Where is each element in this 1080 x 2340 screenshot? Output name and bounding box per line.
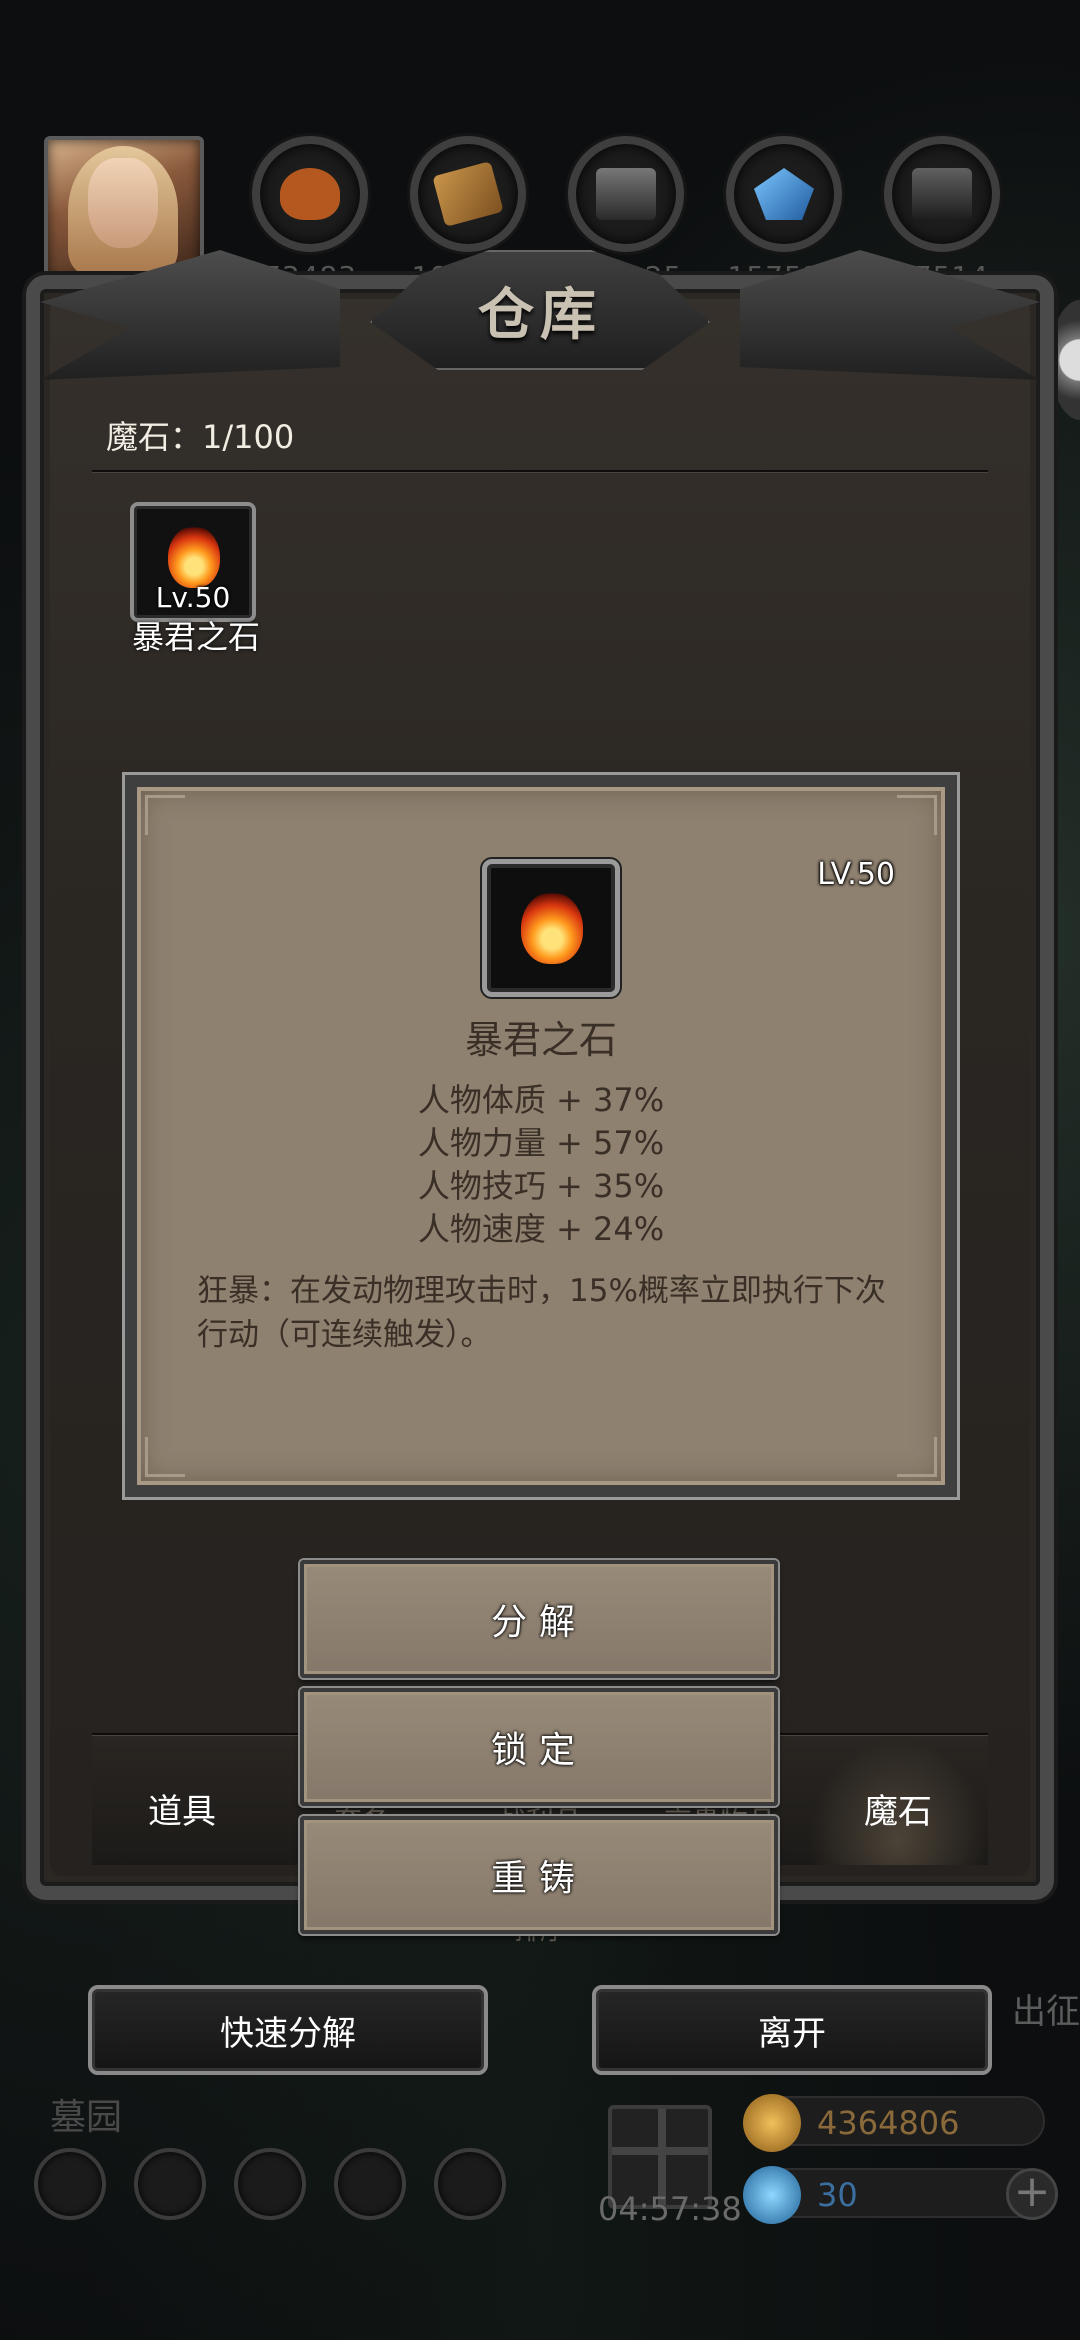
resource-ore[interactable]: 97514: [884, 136, 1000, 293]
tab-items[interactable]: 道具: [92, 1784, 272, 1833]
add-gems-button[interactable]: +: [1006, 2168, 1058, 2220]
fire-stone-icon: [168, 526, 220, 588]
gem-value: 30: [817, 2176, 858, 2214]
expedition-label[interactable]: 出征: [1012, 1984, 1080, 2033]
gold-counter: 4364806: [743, 2094, 1045, 2152]
crystal-icon: [754, 168, 814, 220]
lock-button[interactable]: 锁定: [300, 1688, 778, 1806]
tab-magic-stone[interactable]: 魔石: [808, 1784, 988, 1833]
settings-icon[interactable]: [34, 2148, 106, 2220]
reforge-button[interactable]: 重铸: [300, 1816, 778, 1934]
gem-counter: 30: [743, 2166, 1045, 2224]
resource-meat[interactable]: 73483: [252, 136, 368, 293]
quick-decompose-button[interactable]: 快速分解: [88, 1985, 488, 2075]
item-level: LV.50: [817, 857, 895, 892]
resource-crystal[interactable]: 157520: [726, 136, 842, 293]
divider: [92, 470, 988, 472]
gold-coin-icon: [743, 2094, 801, 2152]
magic-stone-slot[interactable]: Lv.50: [130, 502, 256, 622]
gem-icon: [743, 2166, 801, 2224]
fire-stone-icon: [521, 892, 583, 964]
resource-wood[interactable]: 194351: [410, 136, 526, 293]
stat-constitution: 人物体质 + 37%: [417, 1081, 665, 1119]
hero-avatar[interactable]: [44, 136, 204, 282]
gift-timer: 04:57:38: [598, 2190, 742, 2228]
leave-button[interactable]: 离开: [592, 1985, 992, 2075]
stat-skill: 人物技巧 + 35%: [417, 1167, 665, 1205]
stat-strength: 人物力量 + 57%: [417, 1124, 665, 1162]
meat-icon: [280, 168, 340, 220]
item-name: 暴君之石: [464, 1018, 617, 1062]
achievement-icon[interactable]: [134, 2148, 206, 2220]
stat-speed: 人物速度 + 24%: [417, 1210, 665, 1248]
wood-icon: [432, 161, 504, 227]
item-description: 狂暴：在发动物理攻击时，15%概率立即执行下次行动（可连续触发）。: [197, 1273, 886, 1353]
item-stats: 人物体质 + 37% 人物力量 + 57% 人物技巧 + 35% 人物速度 + …: [137, 1079, 945, 1251]
page-title: 仓库: [478, 283, 602, 348]
slot-level: Lv.50: [155, 581, 231, 614]
item-icon: [482, 859, 620, 997]
ore-icon: [912, 168, 972, 220]
shop-icon[interactable]: [434, 2148, 506, 2220]
location-label: 墓园: [50, 2097, 123, 2138]
iron-icon: [596, 168, 656, 220]
item-detail-card: LV.50 暴君之石 人物体质 + 37% 人物力量 + 57% 人物技巧 + …: [125, 775, 957, 1497]
slot-name: 暴君之石: [131, 618, 260, 656]
resource-iron[interactable]: 112925: [568, 136, 684, 293]
decompose-button[interactable]: 分解: [300, 1560, 778, 1678]
mail-icon[interactable]: [334, 2148, 406, 2220]
guild-icon[interactable]: [234, 2148, 306, 2220]
stone-count: 魔石：1/100: [106, 418, 295, 456]
avatar-face: [88, 158, 158, 248]
gold-value: 4364806: [817, 2104, 960, 2142]
